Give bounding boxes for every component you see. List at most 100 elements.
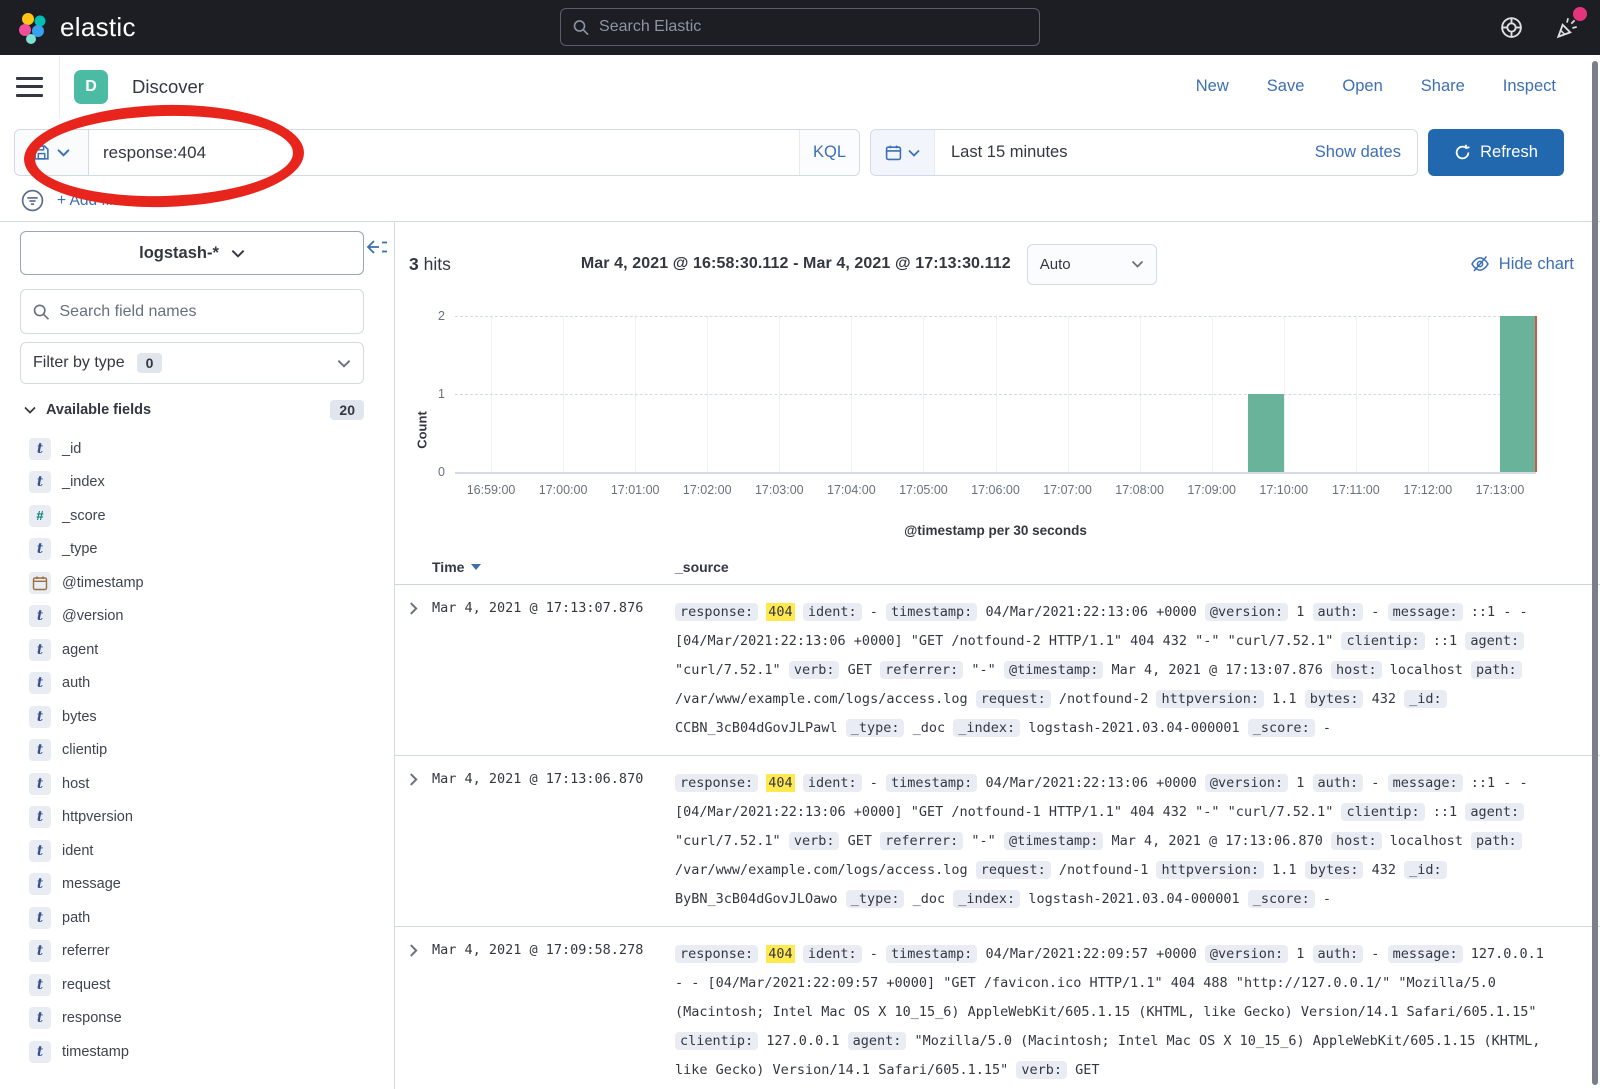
field-item-agent[interactable]: tagent <box>20 633 364 667</box>
header-actions: New Save Open Share Inspect <box>1196 77 1556 96</box>
x-axis-tick-label: 17:00:00 <box>539 483 588 497</box>
histogram-chart[interactable]: Count 012 16:59:0017:00:0017:01:0017:02:… <box>455 316 1536 538</box>
field-badge: auth: <box>1313 945 1364 963</box>
date-field-icon <box>29 572 51 594</box>
field-item-auth[interactable]: tauth <box>20 667 364 701</box>
filter-by-type-label: Filter by type <box>33 354 125 372</box>
field-badge: bytes: <box>1305 690 1364 708</box>
field-item-version[interactable]: t@version <box>20 600 364 634</box>
field-item-id[interactable]: t_id <box>20 432 364 466</box>
expand-row-icon[interactable] <box>395 940 432 1085</box>
highlighted-value: 404 <box>766 603 794 621</box>
query-language-button[interactable]: KQL <box>799 130 859 175</box>
collapse-sidebar-icon[interactable] <box>366 238 388 256</box>
field-item-message[interactable]: t message <box>20 868 364 902</box>
histogram-bar[interactable] <box>1248 394 1284 472</box>
show-dates-button[interactable]: Show dates <box>1315 130 1417 175</box>
field-item-request[interactable]: trequest <box>20 968 364 1002</box>
menu-hamburger-icon[interactable] <box>16 77 43 97</box>
vertical-scrollbar[interactable] <box>1591 55 1600 1089</box>
refresh-label: Refresh <box>1480 143 1538 162</box>
refresh-icon <box>1454 144 1471 161</box>
x-axis-tick-label: 17:12:00 <box>1404 483 1453 497</box>
saved-query-menu-button[interactable] <box>15 130 89 175</box>
row-source: response: 404 ident: - timestamp: 04/Mar… <box>675 940 1600 1085</box>
kql-query-input[interactable] <box>89 130 799 175</box>
field-badge: clientip: <box>675 1032 758 1050</box>
scrollbar-thumb[interactable] <box>1592 61 1598 1085</box>
search-icon <box>573 19 589 36</box>
field-value: 04/Mar/2021:22:13:06 +0000 <box>985 604 1196 620</box>
grid-line-horizontal <box>455 316 1536 317</box>
header-action-inspect[interactable]: Inspect <box>1503 77 1556 96</box>
column-header-time[interactable]: Time <box>432 559 675 575</box>
field-item-response[interactable]: tresponse <box>20 1002 364 1036</box>
global-search[interactable] <box>560 8 1040 46</box>
hits-count: 3 hits <box>409 254 451 275</box>
date-quick-select-button[interactable] <box>871 130 935 175</box>
text-field-icon: t <box>29 672 51 694</box>
field-value: - <box>870 946 878 962</box>
field-item-ident[interactable]: tident <box>20 834 364 868</box>
text-field-icon: t <box>29 471 51 493</box>
field-badge: timestamp: <box>886 603 977 621</box>
header-action-share[interactable]: Share <box>1421 77 1465 96</box>
field-item-httpversion[interactable]: thttpversion <box>20 801 364 835</box>
field-name: response <box>62 1010 122 1026</box>
field-item-type[interactable]: t_type <box>20 533 364 567</box>
field-item-path[interactable]: tpath <box>20 901 364 935</box>
field-value: 1.1 <box>1272 691 1296 707</box>
field-item-host[interactable]: thost <box>20 767 364 801</box>
header-action-new[interactable]: New <box>1196 77 1229 96</box>
x-axis-tick-label: 17:11:00 <box>1332 483 1380 497</box>
header-action-open[interactable]: Open <box>1342 77 1382 96</box>
index-pattern-select[interactable]: logstash-* <box>20 231 364 275</box>
filter-icon[interactable] <box>20 188 45 213</box>
field-badge: host: <box>1331 661 1382 679</box>
field-badge: @timestamp: <box>1004 661 1103 679</box>
field-name: host <box>62 776 89 792</box>
calendar-icon <box>885 144 902 161</box>
newsfeed-button[interactable] <box>1554 15 1580 41</box>
field-badge: response: <box>675 945 758 963</box>
field-item-clientip[interactable]: tclientip <box>20 734 364 768</box>
field-list: t_idt _index #_scoret_type@timestampt@vers… <box>20 432 364 1069</box>
x-axis-tick-label: 17:01:00 <box>611 483 660 497</box>
refresh-button[interactable]: Refresh <box>1428 129 1564 176</box>
hide-chart-button[interactable]: Hide chart <box>1470 254 1574 274</box>
field-search-input[interactable] <box>60 303 352 321</box>
field-item-index[interactable]: t _index <box>20 466 364 500</box>
global-search-input[interactable] <box>599 18 1027 36</box>
search-icon <box>33 303 50 321</box>
field-item-timestamp[interactable]: @timestamp <box>20 566 364 600</box>
field-value: 04/Mar/2021:22:09:57 +0000 <box>985 946 1196 962</box>
elastic-logo[interactable]: elastic <box>18 12 136 44</box>
field-item-bytes[interactable]: tbytes <box>20 700 364 734</box>
field-item-referrer[interactable]: treferrer <box>20 935 364 969</box>
add-filter-button[interactable]: + Add filter <box>57 192 131 210</box>
field-badge: _index: <box>953 890 1020 908</box>
field-name: message <box>62 876 121 892</box>
field-value: - <box>1371 946 1379 962</box>
filter-by-type-select[interactable]: Filter by type 0 <box>20 342 364 384</box>
histogram-bar[interactable] <box>1500 316 1536 472</box>
header-action-save[interactable]: Save <box>1267 77 1305 96</box>
time-range-value[interactable]: Last 15 minutes <box>935 130 1315 175</box>
field-value: _doc <box>913 720 946 736</box>
expand-row-icon[interactable] <box>395 769 432 914</box>
available-fields-header[interactable]: Available fields 20 <box>20 400 364 420</box>
field-search[interactable] <box>20 289 364 334</box>
field-badge: timestamp: <box>886 945 977 963</box>
text-field-icon: t <box>29 873 51 895</box>
table-row: Mar 4, 2021 @ 17:13:06.870response: 404 … <box>395 756 1600 927</box>
field-value: GET <box>848 662 872 678</box>
field-badge: ident: <box>803 945 862 963</box>
field-item-score[interactable]: #_score <box>20 499 364 533</box>
help-icon[interactable] <box>1499 15 1524 40</box>
field-name: _index <box>62 474 105 490</box>
field-item-timestamp[interactable]: ttimestamp <box>20 1035 364 1069</box>
text-field-icon: t <box>29 840 51 862</box>
interval-select[interactable]: Auto <box>1027 244 1157 285</box>
field-value: CCBN_3cB04dGovJLPawl <box>675 720 838 736</box>
expand-row-icon[interactable] <box>395 598 432 743</box>
